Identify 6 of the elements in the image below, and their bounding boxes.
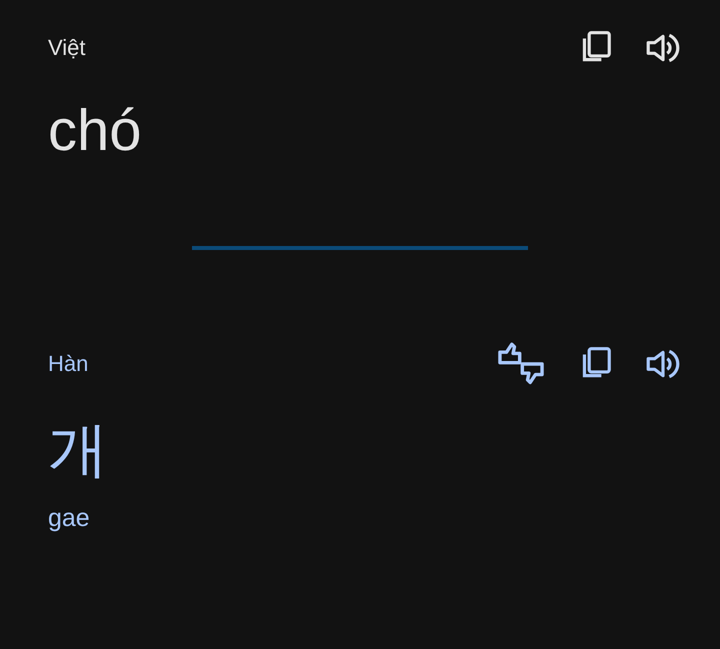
translated-text: 개 (48, 420, 109, 480)
language-label: Việt (48, 35, 86, 61)
romanization-text: gae (48, 504, 91, 533)
source-text: chó (48, 102, 143, 160)
thumbs-up-down-icon (496, 341, 546, 387)
language-label: Hàn (48, 351, 88, 377)
